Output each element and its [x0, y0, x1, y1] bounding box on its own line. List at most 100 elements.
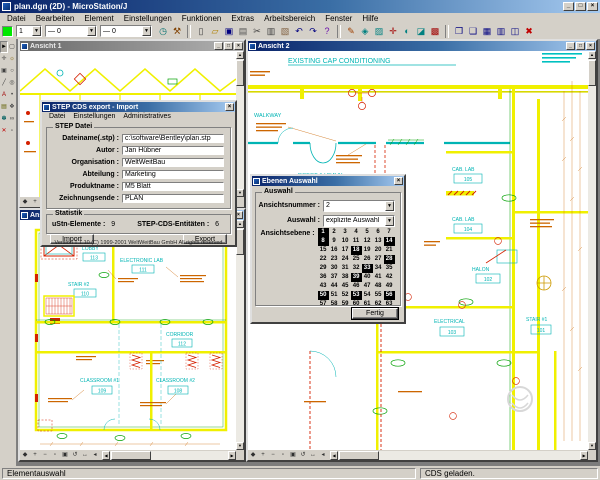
new-file-icon[interactable]: ▯	[194, 25, 208, 38]
level-39[interactable]: 39	[351, 273, 362, 282]
step-menu-datei[interactable]: Datei	[45, 113, 69, 120]
measure-tool[interactable]: ▫	[8, 125, 16, 137]
step-menu-administratives[interactable]: Administratives	[119, 113, 174, 120]
level-19[interactable]: 19	[362, 246, 373, 255]
zoom-in-icon[interactable]: +	[30, 450, 40, 460]
maximize-button[interactable]: □	[224, 42, 233, 50]
level-50[interactable]: 50	[318, 291, 329, 300]
level-5[interactable]: 5	[362, 228, 373, 237]
step-menu-einstellungen[interactable]: Einstellungen	[69, 113, 119, 120]
view1-title-bar[interactable]: Ansicht 1 _□×	[20, 41, 244, 51]
minimize-button[interactable]: _	[566, 42, 575, 50]
level-22[interactable]: 22	[318, 255, 329, 264]
level-57[interactable]: 57	[318, 300, 329, 309]
level-59[interactable]: 59	[340, 300, 351, 309]
organisation-field[interactable]: WeltWeitBau	[122, 158, 224, 167]
minimize-button[interactable]: _	[563, 2, 574, 11]
reference-files-icon[interactable]: ❑	[466, 25, 480, 38]
level-42[interactable]: 42	[384, 273, 395, 282]
lasso-tool[interactable]: ○	[8, 65, 16, 77]
level-55[interactable]: 55	[373, 291, 384, 300]
chevron-down-icon[interactable]: ▼	[142, 26, 151, 36]
scroll-up-icon[interactable]: ▲	[588, 51, 596, 59]
menu-bearbeiten[interactable]: Bearbeiten	[31, 14, 80, 23]
level-26[interactable]: 26	[362, 255, 373, 264]
level-21[interactable]: 21	[384, 246, 395, 255]
chevron-down-icon[interactable]: ▼	[87, 26, 96, 36]
zoom-out-icon[interactable]: −	[268, 450, 278, 460]
points-tool[interactable]: ✛	[0, 53, 8, 65]
level-56[interactable]: 56	[384, 291, 395, 300]
level-24[interactable]: 24	[340, 255, 351, 264]
view2-title-bar[interactable]: Ansicht 2 _□×	[248, 41, 596, 51]
copy-icon[interactable]: ▥	[264, 25, 278, 38]
scroll-up-icon[interactable]: ▲	[236, 220, 244, 228]
level-51[interactable]: 51	[329, 291, 340, 300]
scroll-down-icon[interactable]: ▼	[236, 442, 244, 450]
level-dialog-title-bar[interactable]: Ebenen Auswahl ×	[252, 176, 404, 186]
close-button[interactable]: ×	[586, 42, 595, 50]
level-4[interactable]: 4	[351, 228, 362, 237]
rotate-view-icon[interactable]: ↺	[70, 450, 80, 460]
view-number-combo[interactable]: 2 ▼	[323, 200, 395, 212]
view3-hscrollbar[interactable]: ◀ ▶	[102, 451, 236, 460]
scroll-down-icon[interactable]: ▼	[588, 442, 596, 450]
level-25[interactable]: 25	[351, 255, 362, 264]
line-weight-combo[interactable]: — 0 ▼	[45, 25, 97, 37]
delete-element-tool[interactable]: ✕	[0, 125, 8, 137]
level-14[interactable]: 14	[384, 237, 395, 246]
help-icon[interactable]: ?	[320, 25, 334, 38]
window-area-icon[interactable]: ▫	[50, 450, 60, 460]
level-13[interactable]: 13	[373, 237, 384, 246]
level-33[interactable]: 33	[362, 264, 373, 273]
scroll-thumb[interactable]	[339, 451, 379, 460]
drawing-field[interactable]: PLAN	[122, 194, 224, 203]
pan-view-icon[interactable]: ↔	[308, 450, 318, 460]
menu-element[interactable]: Element	[79, 14, 118, 23]
department-field[interactable]: Marketing	[122, 170, 224, 179]
update-view-icon[interactable]: ◆	[248, 450, 258, 460]
chain-tool[interactable]: ∞	[8, 113, 16, 125]
open-file-icon[interactable]: ▱	[208, 25, 222, 38]
scroll-right-icon[interactable]: ▶	[228, 451, 236, 460]
scroll-left-icon[interactable]: ◀	[330, 451, 338, 460]
chevron-down-icon[interactable]: ▼	[32, 26, 41, 36]
level-49[interactable]: 49	[384, 282, 395, 291]
level-31[interactable]: 31	[340, 264, 351, 273]
save-icon[interactable]: ▣	[222, 25, 236, 38]
level-35[interactable]: 35	[384, 264, 395, 273]
level-6[interactable]: 6	[373, 228, 384, 237]
step-cds-dialog[interactable]: STEP CDS export - Import × DateiEinstell…	[40, 100, 237, 247]
level-2[interactable]: 2	[329, 228, 340, 237]
level-32[interactable]: 32	[351, 264, 362, 273]
chevron-down-icon[interactable]: ▼	[385, 201, 394, 211]
menu-datei[interactable]: Datei	[2, 14, 31, 23]
paste-icon[interactable]: ▧	[278, 25, 292, 38]
level-8[interactable]: 8	[318, 237, 329, 246]
rotate-view-icon[interactable]: ↺	[298, 450, 308, 460]
close-button[interactable]: ×	[234, 42, 243, 50]
zoom-out-icon[interactable]: −	[40, 450, 50, 460]
menu-einstellungen[interactable]: Einstellungen	[119, 14, 177, 23]
level-37[interactable]: 37	[329, 273, 340, 282]
redo-icon[interactable]: ↷	[306, 25, 320, 38]
level-53[interactable]: 53	[351, 291, 362, 300]
active-color-swatch[interactable]	[2, 26, 13, 37]
view1-vscrollbar[interactable]: ▲ ▼	[236, 51, 244, 197]
scroll-thumb[interactable]	[236, 60, 244, 86]
zoom-in-icon[interactable]: +	[30, 197, 40, 207]
level-58[interactable]: 58	[329, 300, 340, 309]
level-44[interactable]: 44	[329, 282, 340, 291]
cell-tool[interactable]: ❖	[8, 101, 16, 113]
level-18[interactable]: 18	[351, 246, 362, 255]
level-16[interactable]: 16	[329, 246, 340, 255]
view-previous-icon[interactable]: ◂	[318, 450, 328, 460]
view3-canvas[interactable]: LOBBY 113 ELECTRONIC LAB 111 STAIR #2 1	[20, 220, 236, 450]
minimize-button[interactable]: _	[214, 42, 223, 50]
selection-mode-combo[interactable]: explizite Auswahl ▼	[323, 215, 395, 227]
change-attributes-icon[interactable]: ◪	[414, 25, 428, 38]
level-manager-icon[interactable]: ▥	[494, 25, 508, 38]
maximize-button[interactable]: □	[576, 42, 585, 50]
datetime-icon[interactable]: ◷	[156, 25, 170, 38]
level-15[interactable]: 15	[318, 246, 329, 255]
